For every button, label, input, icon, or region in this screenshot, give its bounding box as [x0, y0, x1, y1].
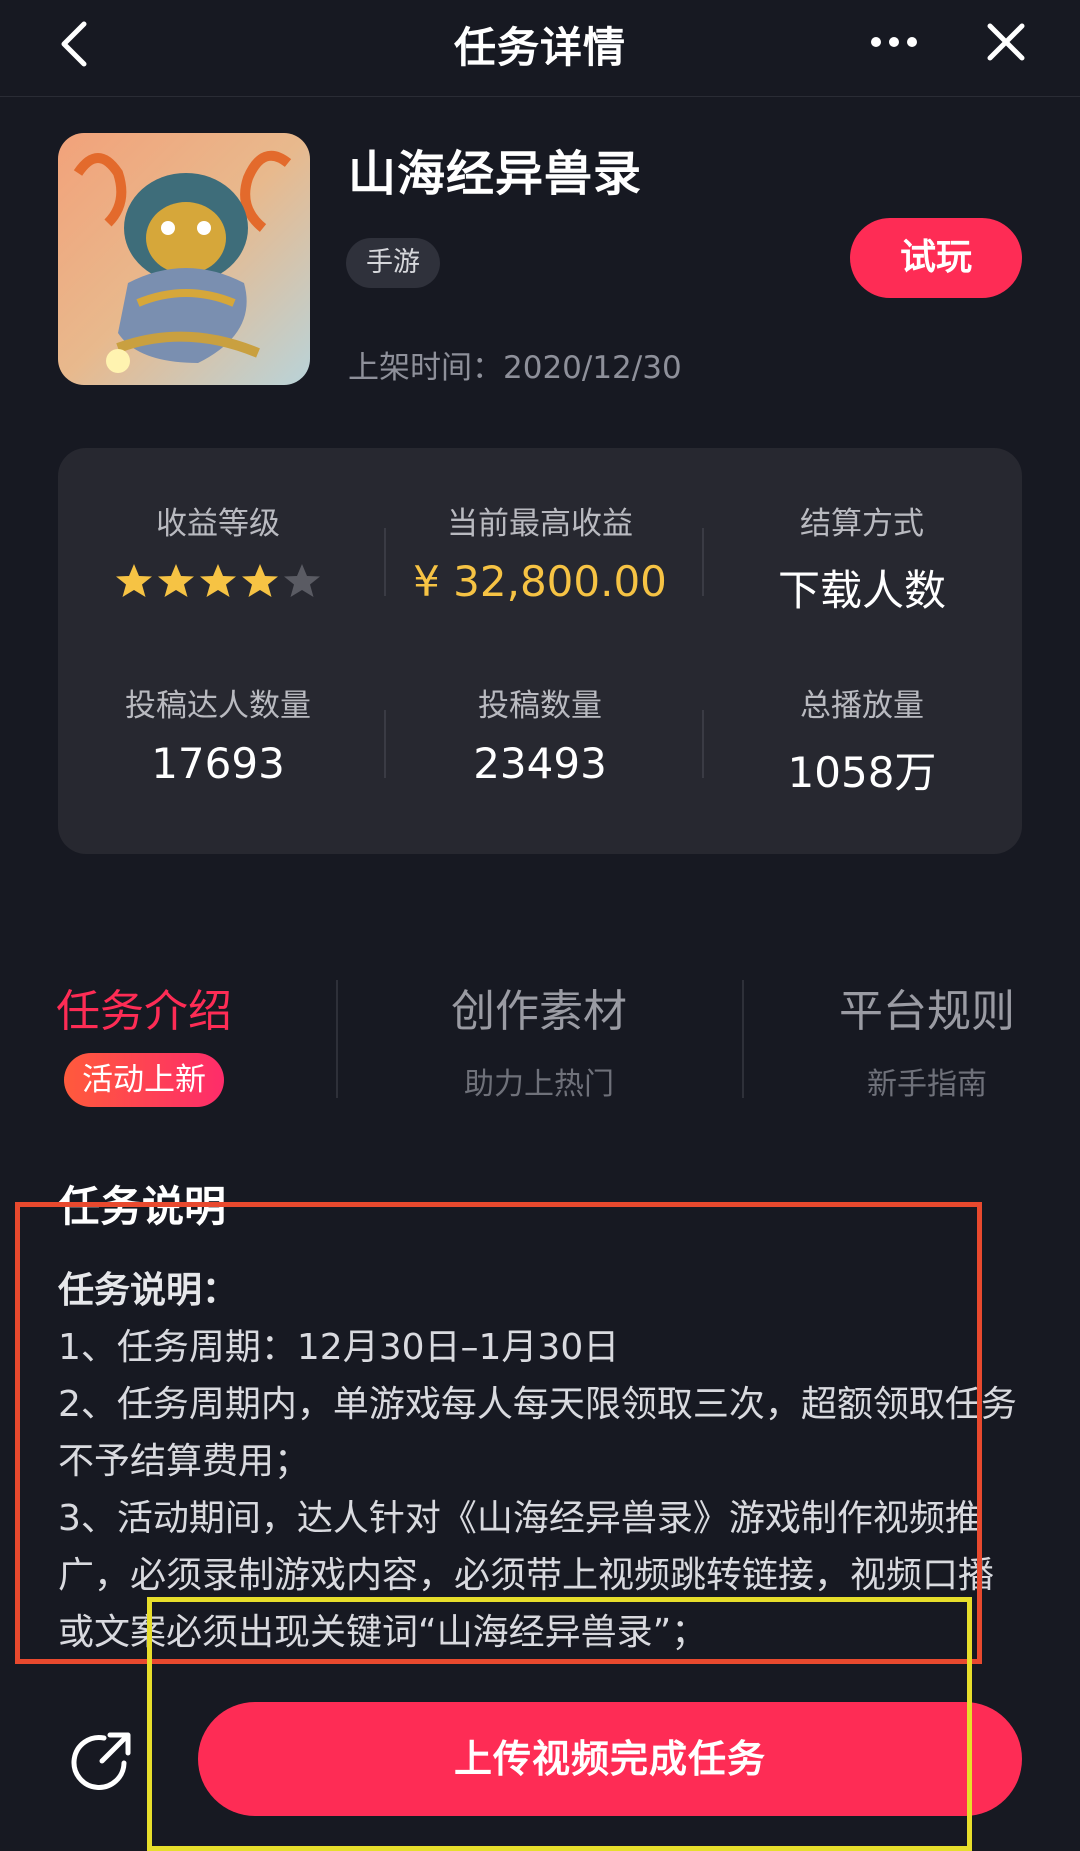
- stat-value: 1058万: [787, 748, 937, 797]
- tab-task-intro[interactable]: 任务介绍 活动上新: [44, 975, 244, 1107]
- tab-creative-materials[interactable]: 创作素材 助力上热门: [414, 975, 664, 1103]
- stat-label: 收益等级: [156, 506, 280, 542]
- close-icon[interactable]: [980, 14, 1032, 74]
- stat-label: 当前最高收益: [447, 506, 633, 542]
- stat-max-revenue: 当前最高收益 ¥ 32,800.00: [380, 498, 700, 606]
- new-activity-badge: 活动上新: [64, 1053, 224, 1107]
- red-highlight-box: [15, 1202, 982, 1664]
- stats-card: 收益等级 当前最高收益 ¥ 32,800.00 结算方式 下载人数 投稿达人数量…: [58, 448, 1022, 854]
- share-icon[interactable]: [68, 1725, 138, 1795]
- star-filled-icon: [158, 564, 194, 597]
- stat-plays: 总播放量 1058万: [702, 680, 1022, 800]
- release-label: 上架时间：: [348, 350, 503, 386]
- stat-settlement: 结算方式 下载人数: [702, 498, 1022, 618]
- star-filled-icon: [116, 564, 152, 597]
- top-nav: 任务详情: [0, 0, 1080, 97]
- try-play-button[interactable]: 试玩: [850, 218, 1022, 298]
- stat-label: 总播放量: [800, 688, 924, 724]
- tab-title: 创作素材: [451, 986, 627, 1037]
- stat-creators: 投稿达人数量 17693: [58, 680, 378, 788]
- star-filled-icon: [200, 564, 236, 597]
- stat-divider: [384, 710, 386, 778]
- more-icon[interactable]: [866, 14, 926, 74]
- stat-label: 投稿数量: [478, 688, 602, 724]
- stat-divider: [702, 528, 704, 596]
- stat-divider: [384, 528, 386, 596]
- tab-divider: [742, 980, 744, 1098]
- yellow-highlight-box: [147, 1597, 972, 1851]
- tab-subtitle: 助力上热门: [464, 1067, 614, 1102]
- star-empty-icon: [284, 564, 320, 597]
- star-rating: [58, 561, 378, 601]
- release-value: 2020/12/30: [503, 350, 682, 386]
- tab-subtitle: 新手指南: [867, 1067, 987, 1102]
- stat-label: 结算方式: [800, 506, 924, 542]
- stat-label: 投稿达人数量: [125, 688, 311, 724]
- stat-value: 下载人数: [777, 566, 946, 615]
- app-icon-image: [58, 133, 310, 385]
- tab-title: 平台规则: [839, 986, 1015, 1037]
- tab-divider: [336, 980, 338, 1098]
- stat-value: ¥ 32,800.00: [413, 557, 667, 606]
- app-name: 山海经异兽录: [348, 146, 643, 202]
- release-date: 上架时间：2020/12/30: [348, 342, 682, 387]
- stat-submissions: 投稿数量 23493: [380, 680, 700, 788]
- stat-revenue-level: 收益等级: [58, 498, 378, 601]
- stat-divider: [702, 710, 704, 778]
- stat-value: 23493: [473, 739, 607, 788]
- category-tag: 手游: [346, 238, 440, 288]
- tab-platform-rules[interactable]: 平台规则 新手指南: [812, 975, 1042, 1103]
- star-filled-icon: [242, 564, 278, 597]
- tab-title: 任务介绍: [56, 986, 232, 1037]
- stat-value: 17693: [151, 739, 285, 788]
